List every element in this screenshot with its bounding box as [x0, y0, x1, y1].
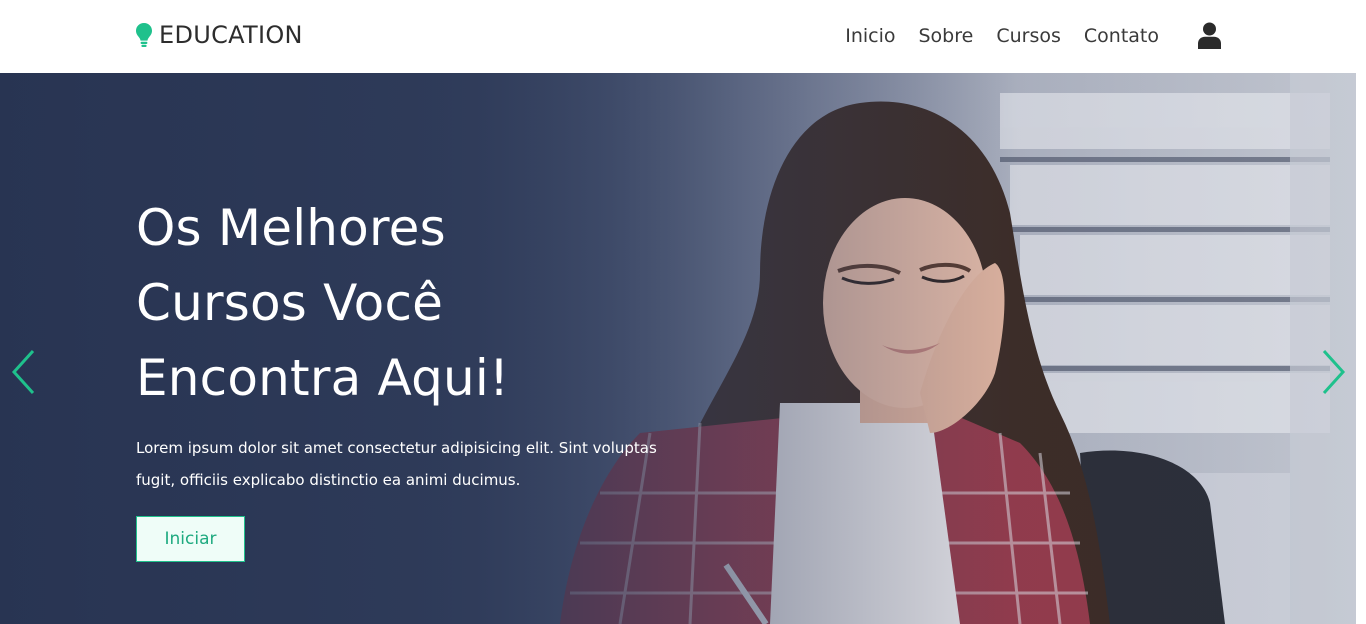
hero-description: Lorem ipsum dolor sit amet consectetur a… [136, 432, 657, 496]
user-icon [1197, 22, 1222, 49]
nav-link-contato[interactable]: Contato [1084, 22, 1159, 50]
brand-logo[interactable]: EDUCATION [135, 21, 303, 49]
hero-title: Os Melhores Cursos Você Encontra Aqui! [136, 191, 656, 416]
hero-carousel: Os Melhores Cursos Você Encontra Aqui! L… [0, 73, 1356, 624]
hero-description-line: Lorem ipsum dolor sit amet consectetur a… [136, 439, 657, 457]
chevron-left-icon [9, 349, 39, 399]
hero-title-line: Encontra Aqui! [136, 349, 510, 407]
navbar: EDUCATION Inicio Sobre Cursos Contato [0, 0, 1366, 73]
hero-title-line: Cursos Você [136, 274, 444, 332]
carousel-prev-button[interactable] [9, 349, 39, 395]
chevron-right-icon [1318, 349, 1348, 399]
user-account-button[interactable] [1197, 22, 1222, 49]
nav-link-sobre[interactable]: Sobre [919, 22, 974, 50]
hero-content: Os Melhores Cursos Você Encontra Aqui! L… [136, 191, 657, 562]
nav-link-cursos[interactable]: Cursos [996, 22, 1061, 50]
brand-name: EDUCATION [159, 21, 303, 49]
hero-description-line: fugit, officiis explicabo distinctio ea … [136, 471, 521, 489]
start-button[interactable]: Iniciar [136, 516, 245, 562]
nav-link-inicio[interactable]: Inicio [845, 22, 895, 50]
main-nav: Inicio Sobre Cursos Contato [845, 22, 1159, 50]
carousel-next-button[interactable] [1318, 349, 1348, 395]
hero-title-line: Os Melhores [136, 199, 446, 257]
lightbulb-icon [135, 22, 153, 48]
